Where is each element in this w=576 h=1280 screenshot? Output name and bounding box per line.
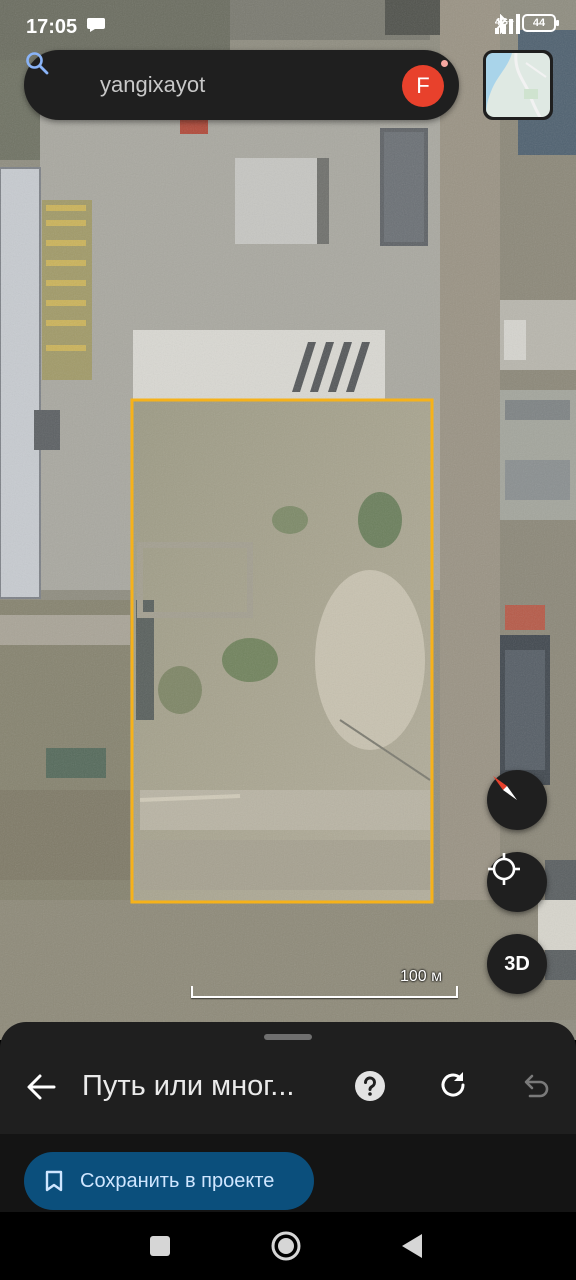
battery-indicator: 44	[522, 14, 559, 32]
undo-icon[interactable]	[518, 1070, 552, 1102]
status-bar: 17:05 4G+ 44	[0, 0, 576, 52]
notification-dot	[440, 59, 449, 68]
back-arrow-icon[interactable]	[22, 1068, 60, 1106]
signal-icon	[494, 14, 520, 34]
scale-label: 100 м	[400, 968, 443, 985]
sheet-title: Путь или мног...	[82, 1070, 295, 1102]
system-navigation-bar	[0, 1212, 576, 1280]
satellite-map[interactable]: 17:05 4G+ 44 yangixayot F 3D 100 м	[0, 0, 576, 1040]
my-location-button[interactable]	[487, 852, 547, 912]
measure-bottom-sheet: Путь или мног... Сохранить в проекте	[0, 1022, 576, 1212]
help-icon[interactable]	[354, 1070, 386, 1102]
map-thumbnail-icon	[486, 53, 550, 117]
home-button[interactable]	[268, 1228, 304, 1264]
view-3d-button[interactable]: 3D	[487, 934, 547, 994]
crosshair-icon	[488, 853, 520, 885]
clock: 17:05	[26, 16, 78, 38]
back-triangle-icon	[402, 1234, 422, 1258]
more-dots-icon	[87, 18, 105, 22]
compass-button[interactable]	[487, 770, 547, 830]
save-to-project-label: Сохранить в проекте	[80, 1169, 275, 1192]
compass-icon	[493, 776, 517, 800]
save-to-project-button[interactable]: Сохранить в проекте	[24, 1152, 314, 1210]
account-avatar[interactable]: F	[402, 65, 444, 107]
scale-bar	[191, 986, 458, 998]
bookmark-icon	[45, 1170, 63, 1192]
search-query[interactable]: yangixayot	[100, 72, 205, 98]
recents-square-icon	[150, 1236, 170, 1256]
refresh-icon[interactable]	[436, 1068, 470, 1102]
map-layers-button[interactable]	[483, 50, 553, 120]
home-circle-icon	[271, 1231, 301, 1261]
recents-button[interactable]	[142, 1228, 178, 1264]
sheet-drag-handle[interactable]	[264, 1034, 312, 1040]
back-button[interactable]	[394, 1228, 430, 1264]
search-icon	[26, 52, 49, 75]
search-bar[interactable]: yangixayot F	[24, 50, 459, 120]
